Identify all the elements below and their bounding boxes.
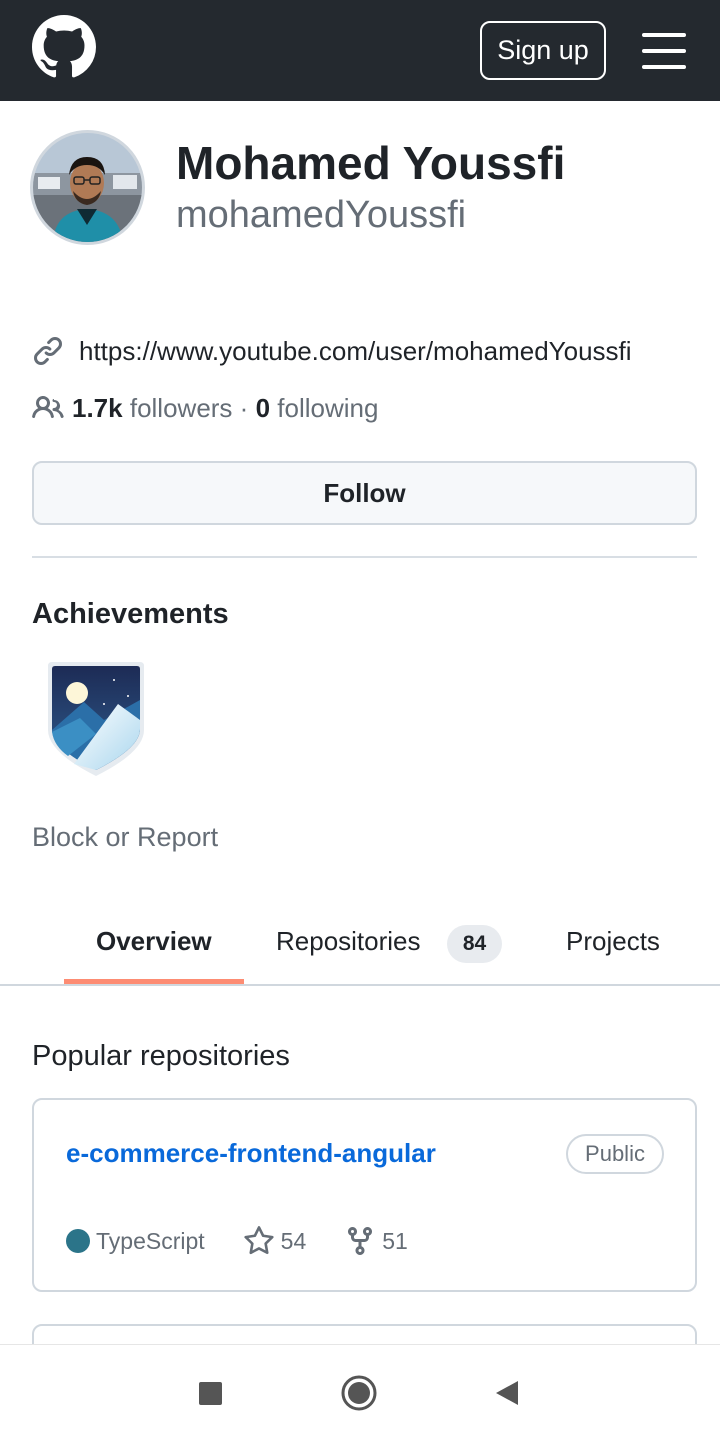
- divider: [32, 556, 697, 558]
- follow-separator: ·: [239, 392, 249, 423]
- repo-stars[interactable]: 54: [281, 1228, 307, 1255]
- tab-repositories[interactable]: Repositories: [276, 926, 421, 957]
- repo-meta: TypeScript 54 51: [66, 1224, 408, 1258]
- profile-tabs: Overview Repositories Projects: [0, 900, 720, 986]
- tab-projects[interactable]: Projects: [566, 926, 660, 957]
- repo-card: e-commerce-frontend-angular Public TypeS…: [32, 1098, 697, 1292]
- sign-up-button[interactable]: Sign up: [480, 21, 606, 80]
- website-link[interactable]: https://www.youtube.com/user/mohamedYous…: [79, 336, 632, 367]
- achievements-heading: Achievements: [32, 598, 229, 630]
- people-icon: [32, 395, 64, 419]
- block-or-report-link[interactable]: Block or Report: [32, 822, 218, 853]
- tabs-divider: [0, 984, 720, 986]
- back-icon[interactable]: [494, 1379, 520, 1407]
- tab-overview[interactable]: Overview: [96, 926, 212, 957]
- follow-button[interactable]: Follow: [32, 461, 697, 525]
- avatar[interactable]: [30, 130, 145, 245]
- arctic-code-vault-badge-icon[interactable]: [44, 660, 148, 778]
- fork-icon[interactable]: [344, 1225, 376, 1257]
- following-label[interactable]: following: [277, 393, 378, 424]
- system-navigation-bar: [0, 1344, 720, 1440]
- home-icon[interactable]: [341, 1375, 377, 1411]
- website-row: https://www.youtube.com/user/mohamedYous…: [32, 334, 632, 368]
- visibility-badge: Public: [566, 1134, 664, 1174]
- avatar-photo: [33, 133, 142, 242]
- followers-count[interactable]: 1.7k: [72, 393, 123, 424]
- repo-name-link[interactable]: e-commerce-frontend-angular: [66, 1138, 436, 1169]
- following-count[interactable]: 0: [256, 393, 270, 424]
- github-profile-page: Sign up Mohamed Youssfi mohamedYoussfi h…: [0, 0, 720, 1440]
- followers-label[interactable]: followers: [130, 393, 233, 424]
- top-header: Sign up: [0, 0, 720, 101]
- profile-username: mohamedYoussfi: [176, 194, 467, 236]
- hamburger-menu-icon[interactable]: [642, 33, 686, 69]
- star-icon[interactable]: [243, 1225, 275, 1257]
- repositories-counter: 84: [447, 925, 502, 963]
- github-logo-icon[interactable]: [32, 15, 96, 79]
- followers-row: 1.7k followers · 0 following: [32, 391, 378, 425]
- repo-forks[interactable]: 51: [382, 1228, 408, 1255]
- repo-language: TypeScript: [96, 1227, 205, 1254]
- link-icon: [34, 337, 62, 365]
- language-color-dot: [66, 1229, 90, 1253]
- recent-apps-icon[interactable]: [199, 1382, 222, 1405]
- popular-repositories-heading: Popular repositories: [32, 1040, 290, 1072]
- profile-full-name: Mohamed Youssfi: [176, 137, 566, 189]
